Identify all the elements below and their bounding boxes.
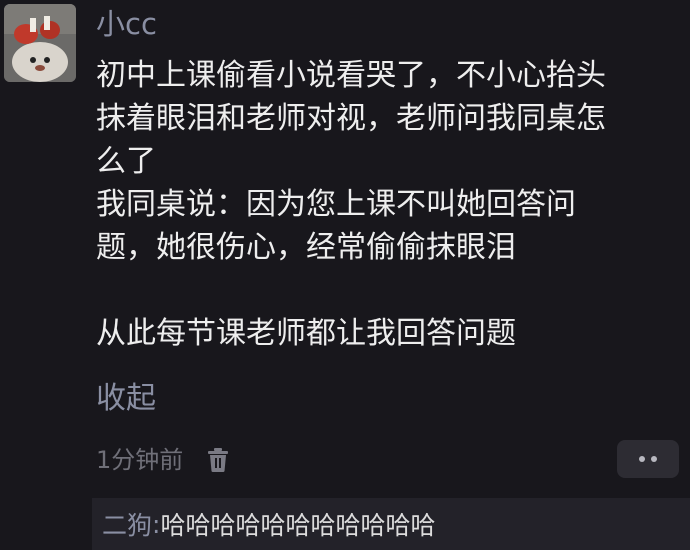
comment-line: 从此每节课老师都让我回答问题	[96, 316, 516, 351]
comment-line: 初中上课偷看小说看哭了，不小心抬头	[96, 58, 606, 93]
comment-line: 题，她很伤心，经常偷偷抹眼泪	[96, 230, 516, 265]
comment-blank-line	[96, 269, 686, 312]
reply-text: 哈哈哈哈哈哈哈哈哈哈哈	[160, 511, 436, 540]
more-button[interactable]	[617, 440, 679, 478]
reply-author[interactable]: 二狗	[102, 506, 152, 542]
delete-button[interactable]	[205, 444, 231, 476]
more-dots-icon	[639, 456, 645, 462]
more-dots-icon	[651, 456, 657, 462]
comment-line: 么了	[96, 144, 156, 179]
comment-line: 抹着眼泪和老师对视，老师问我同桌怎	[96, 101, 606, 136]
avatar-image	[4, 4, 76, 82]
comment-meta: 1分钟前	[96, 442, 231, 478]
reply-preview[interactable]: 二狗 : 哈哈哈哈哈哈哈哈哈哈哈	[92, 498, 690, 550]
comment-body: 初中上课偷看小说看哭了，不小心抬头 抹着眼泪和老师对视，老师问我同桌怎 么了 我…	[96, 54, 686, 355]
timestamp: 1分钟前	[96, 446, 184, 474]
username[interactable]: 小cc	[96, 4, 157, 44]
reply-separator: :	[152, 509, 161, 539]
avatar[interactable]	[4, 4, 76, 82]
trash-icon	[208, 448, 229, 472]
collapse-link[interactable]: 收起	[96, 378, 156, 420]
comment-line: 我同桌说：因为您上课不叫她回答问	[96, 187, 576, 222]
